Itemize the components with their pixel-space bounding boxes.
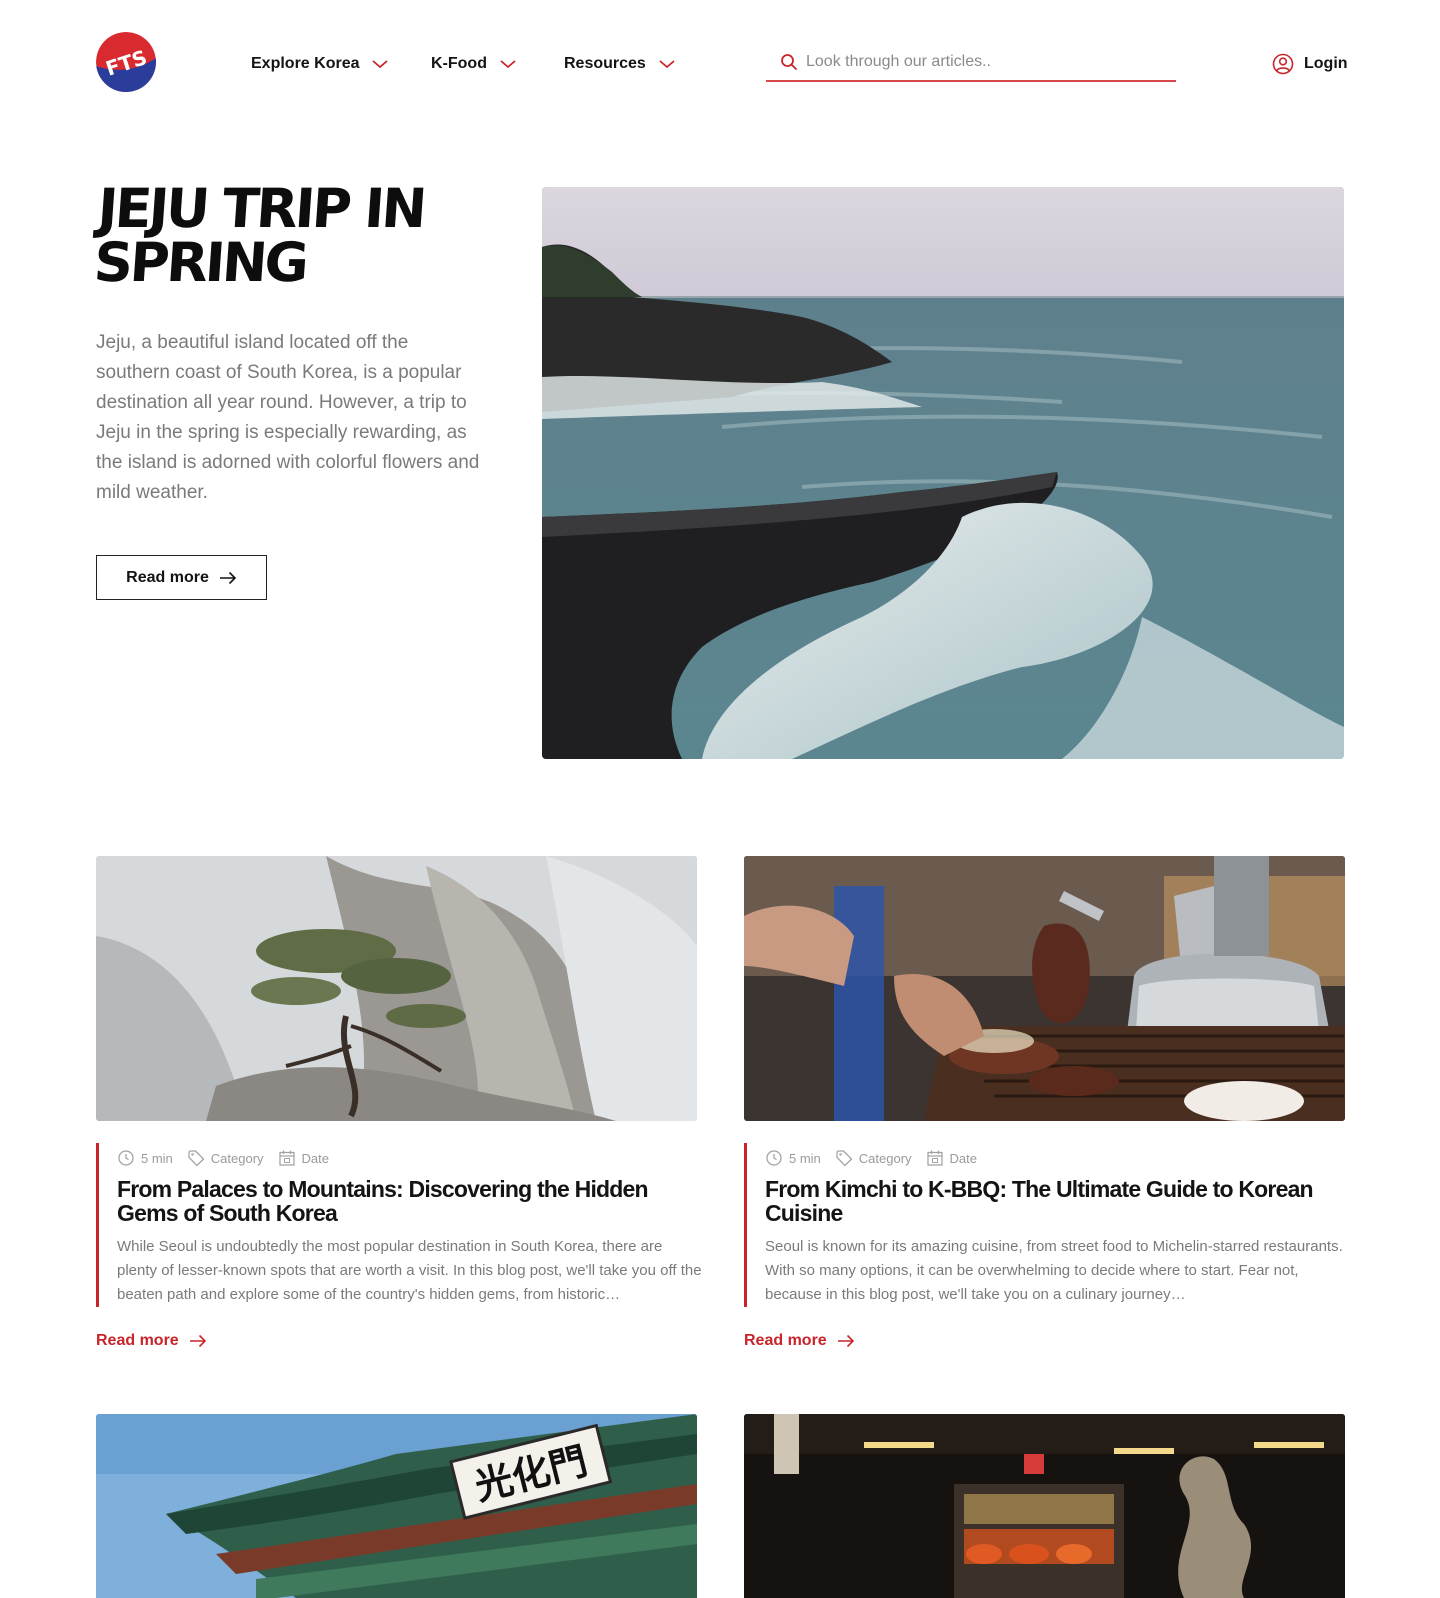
arrow-right-icon xyxy=(219,571,236,584)
article-meta: 5 min Category Date xyxy=(765,1147,1345,1169)
nav-resources-label: Resources xyxy=(564,55,646,72)
nav-explore-korea[interactable]: Explore Korea xyxy=(251,50,389,78)
article-excerpt: Seoul is known for its amazing cuisine, … xyxy=(765,1238,1343,1303)
read-time: 5 min xyxy=(765,1149,821,1167)
calendar-icon xyxy=(278,1150,295,1166)
article-title[interactable]: From Palaces to Mountains: Discovering t… xyxy=(117,1177,687,1225)
hero-image-jeju-coast[interactable] xyxy=(542,187,1344,759)
hero-description: Jeju, a beautiful island located off the… xyxy=(96,332,480,503)
article-card-body: 5 min Category Date From Palaces to Moun… xyxy=(96,1143,702,1307)
date: Date xyxy=(278,1149,329,1167)
logo-badge-icon: FTS xyxy=(96,32,156,92)
category[interactable]: Category xyxy=(187,1149,264,1167)
mountain-pine-photo xyxy=(96,856,697,1121)
article-image-korean-bbq[interactable] xyxy=(744,856,1345,1121)
login-button[interactable]: Login xyxy=(1272,50,1348,78)
article-read-more-link[interactable]: Read more xyxy=(96,1329,207,1353)
login-label: Login xyxy=(1304,55,1348,72)
date-label: Date xyxy=(301,1150,330,1166)
article-read-more-link[interactable]: Read more xyxy=(744,1329,855,1353)
article-title[interactable]: From Kimchi to K-BBQ: The Ultimate Guide… xyxy=(765,1177,1335,1225)
tag-icon xyxy=(836,1150,853,1167)
article-meta: 5 min Category Date xyxy=(117,1147,697,1169)
tag-icon xyxy=(188,1150,205,1167)
search-bar xyxy=(766,48,1176,82)
search-input[interactable] xyxy=(806,48,1146,76)
hero-read-more-label: Read more xyxy=(126,568,209,586)
nav-explore-korea-label: Explore Korea xyxy=(251,55,360,72)
read-more-label: Read more xyxy=(96,1332,179,1349)
read-time-label: 5 min xyxy=(789,1150,821,1166)
chevron-down-icon xyxy=(372,60,389,69)
clock-icon xyxy=(118,1150,134,1166)
hero-read-more-button[interactable]: Read more xyxy=(96,555,267,600)
fts-logo[interactable]: FTS xyxy=(96,32,156,92)
category-label: Category xyxy=(210,1150,264,1166)
article-card-body: 5 min Category Date From Kimchi to K-BBQ… xyxy=(744,1143,1345,1307)
hero-title: Jeju Trip in Spring xyxy=(91,177,427,294)
read-time: 5 min xyxy=(117,1149,173,1167)
date-label: Date xyxy=(949,1150,978,1166)
article-image-mountain-pine[interactable] xyxy=(96,856,697,1121)
nav-resources[interactable]: Resources xyxy=(564,50,676,78)
category-label: Category xyxy=(858,1150,912,1166)
read-time-label: 5 min xyxy=(141,1150,173,1166)
calendar-icon xyxy=(926,1150,943,1166)
street-food-photo xyxy=(744,1414,1345,1598)
jeju-coast-photo xyxy=(542,187,1344,759)
read-more-label: Read more xyxy=(744,1332,827,1349)
article-excerpt: While Seoul is undoubtedly the most popu… xyxy=(117,1238,702,1303)
korean-bbq-photo xyxy=(744,856,1345,1121)
nav-k-food-label: K-Food xyxy=(431,55,487,72)
chevron-down-icon xyxy=(659,60,675,69)
arrow-right-icon xyxy=(837,1334,854,1348)
nav-k-food[interactable]: K-Food xyxy=(431,50,517,78)
chevron-down-icon xyxy=(500,60,516,69)
category[interactable]: Category xyxy=(835,1149,912,1167)
article-image-street-food[interactable] xyxy=(744,1414,1345,1598)
article-image-palace-gate[interactable]: 光化門 xyxy=(96,1414,697,1598)
site-header: FTS Explore Korea K-Food Resources Login xyxy=(0,0,1440,130)
user-circle-icon xyxy=(1272,53,1294,75)
palace-gate-photo: 光化門 xyxy=(96,1414,697,1598)
clock-icon xyxy=(766,1150,782,1166)
arrow-right-icon xyxy=(189,1334,206,1348)
search-icon[interactable] xyxy=(780,53,798,71)
date: Date xyxy=(926,1149,977,1167)
